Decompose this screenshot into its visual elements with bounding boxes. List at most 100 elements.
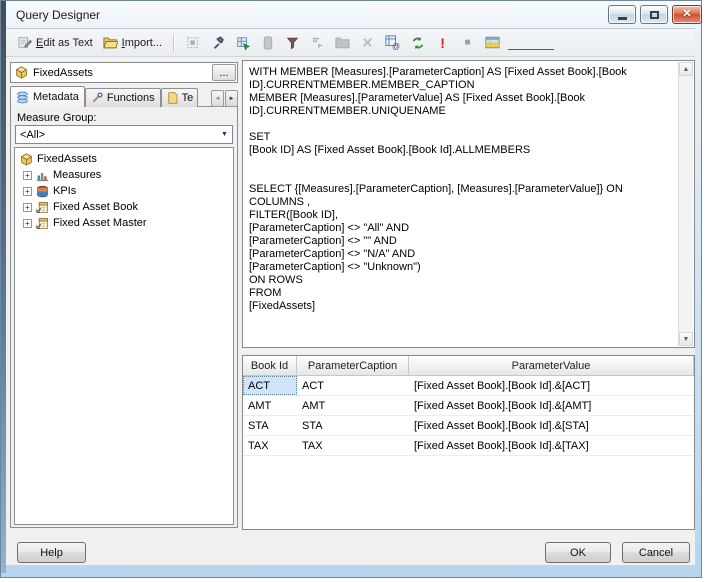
query-scrollbar[interactable]: ▲ ▼ [678, 62, 693, 346]
tree-item-fixed-asset-book[interactable]: + Fixed Asset Book [15, 199, 233, 215]
tab-strip: Metadata Functions Te ◄ ► [10, 86, 238, 107]
close-button[interactable]: ✕ [672, 5, 702, 24]
metadata-icon [16, 91, 29, 104]
help-button[interactable]: Help [17, 542, 86, 563]
tab-templates[interactable]: Te [160, 88, 198, 107]
metadata-tab-page: Measure Group: <All> ▼ FixedAssets + Mea… [10, 106, 238, 528]
show-empty-cells-icon [236, 36, 250, 50]
cancel-query-button[interactable]: ■ [456, 32, 479, 54]
cube-selector: FixedAssets ... [10, 62, 238, 83]
table-row: STA STA [Fixed Asset Book].[Book Id].&[S… [243, 416, 694, 436]
titlebar[interactable]: Query Designer ✕ [7, 1, 702, 28]
filter-button[interactable] [281, 32, 304, 54]
grid-cell[interactable]: TAX [243, 436, 297, 455]
execute-query-button[interactable]: ! [431, 32, 454, 54]
design-query-mode-icon [186, 36, 200, 50]
arrow-left-icon: ◄ [214, 95, 221, 102]
expand-icon[interactable]: + [23, 218, 32, 228]
tab-functions-label: Functions [106, 92, 155, 104]
mdx-query-text[interactable]: WITH MEMBER [Measures].[ParameterCaption… [249, 66, 672, 343]
minimize-button[interactable] [608, 5, 636, 24]
toolbar-separator [173, 33, 175, 52]
grid-cell[interactable]: [Fixed Asset Book].[Book Id].&[STA] [409, 416, 694, 435]
show-aggregations-button[interactable] [306, 32, 329, 54]
scroll-down-button[interactable]: ▼ [679, 332, 693, 346]
tab-scroll-right-button[interactable]: ► [225, 90, 238, 107]
kpi-icon [36, 185, 49, 198]
toolbar-underline [508, 36, 555, 50]
window-frame: Query Designer ✕ Edit as Text Import... [0, 0, 702, 578]
window-controls: ✕ [608, 5, 702, 24]
tree-item-label: Measures [53, 169, 102, 181]
edit-as-text-button[interactable]: Edit as Text [14, 32, 97, 54]
table-row: AMT AMT [Fixed Asset Book].[Book Id].&[A… [243, 396, 694, 416]
measure-group-label: Measure Group: [17, 112, 97, 124]
templates-icon [167, 92, 178, 104]
expand-icon[interactable]: + [23, 202, 32, 212]
tab-metadata-label: Metadata [33, 91, 79, 103]
tree-item-fixed-asset-master[interactable]: + Fixed Asset Master [15, 215, 233, 231]
cancel-button[interactable]: Cancel [622, 542, 690, 563]
refresh-fields-button[interactable] [406, 32, 429, 54]
grid-cell[interactable]: STA [297, 416, 409, 435]
column-header-book-id[interactable]: Book Id [243, 356, 297, 375]
design-mode-icon [485, 36, 500, 49]
column-header-parameter-caption[interactable]: ParameterCaption [297, 356, 409, 375]
pick-tool-button[interactable] [206, 32, 229, 54]
pick-tool-icon [211, 35, 225, 50]
dropdown-arrow-icon: ▼ [221, 131, 228, 138]
grid-cell[interactable]: AMT [243, 396, 297, 415]
dimension-icon [36, 201, 49, 214]
svg-text:@: @ [392, 42, 400, 50]
tree-item-label: Fixed Asset Book [53, 201, 138, 213]
tab-functions[interactable]: Functions [84, 88, 161, 107]
mdx-cube-icon: @ [385, 35, 400, 50]
refresh-icon [411, 36, 425, 50]
mdx-query-editor[interactable]: WITH MEMBER [Measures].[ParameterCaption… [242, 60, 695, 348]
dimension-icon [36, 217, 49, 230]
window-title: Query Designer [16, 7, 101, 22]
column-header-parameter-value[interactable]: ParameterValue [409, 356, 694, 375]
grid-cell[interactable]: ACT [297, 376, 409, 395]
grid-cell[interactable]: STA [243, 416, 297, 435]
grid-cell[interactable]: [Fixed Asset Book].[Book Id].&[TAX] [409, 436, 694, 455]
expand-icon[interactable]: + [23, 170, 32, 180]
tree-item-kpis[interactable]: + KPIs [15, 183, 233, 199]
expand-icon[interactable]: + [23, 186, 32, 196]
tab-metadata[interactable]: Metadata [10, 86, 85, 107]
tree-item-measures[interactable]: + Measures [15, 167, 233, 183]
design-mode-button[interactable] [481, 32, 504, 54]
grid-cell-selected[interactable]: ACT [243, 376, 297, 395]
cube-browse-button[interactable]: ... [212, 64, 236, 81]
scroll-up-icon: ▲ [682, 65, 690, 73]
grid-cell[interactable]: [Fixed Asset Book].[Book Id].&[AMT] [409, 396, 694, 415]
result-grid: Book Id ParameterCaption ParameterValue … [242, 355, 695, 530]
tree-root[interactable]: FixedAssets [15, 151, 233, 167]
toolbar: Edit as Text Import... @ ! ■ [6, 29, 695, 57]
grid-cell[interactable]: TAX [297, 436, 409, 455]
group-icon [335, 36, 350, 49]
group-items-button[interactable] [331, 32, 354, 54]
grid-cell[interactable]: [Fixed Asset Book].[Book Id].&[ACT] [409, 376, 694, 395]
dialog-body: Edit as Text Import... @ ! ■ FixedAssets… [6, 28, 695, 565]
grid-cell[interactable]: AMT [297, 396, 409, 415]
delete-button[interactable] [356, 32, 379, 54]
table-row: ACT ACT [Fixed Asset Book].[Book Id].&[A… [243, 376, 694, 396]
edit-as-text-icon [18, 36, 32, 49]
execute-icon: ! [440, 34, 445, 51]
show-empty-cells-button[interactable] [231, 32, 254, 54]
maximize-icon [649, 10, 659, 19]
mdx-cube-button[interactable]: @ [381, 32, 404, 54]
measure-group-select[interactable]: <All> ▼ [15, 125, 233, 144]
scroll-up-button[interactable]: ▲ [679, 62, 693, 76]
ok-button[interactable]: OK [545, 542, 611, 563]
measure-group-value: <All> [20, 128, 46, 141]
add-calculated-member-button[interactable] [256, 32, 279, 54]
tab-scroll-left-button[interactable]: ◄ [211, 90, 224, 107]
import-button[interactable]: Import... [99, 32, 166, 54]
measures-icon [36, 169, 49, 182]
design-query-mode-button[interactable] [181, 32, 204, 54]
maximize-button[interactable] [640, 5, 668, 24]
tree-item-label: KPIs [53, 185, 77, 197]
minimize-icon [617, 16, 627, 20]
